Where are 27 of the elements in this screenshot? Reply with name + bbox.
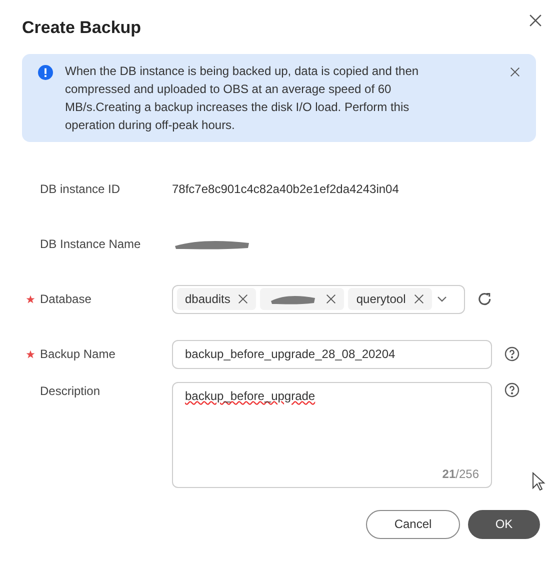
- cancel-button[interactable]: Cancel: [366, 510, 460, 538]
- close-icon[interactable]: [510, 66, 520, 76]
- character-counter: 21/256: [442, 466, 479, 482]
- field-label: Backup Name: [40, 346, 116, 363]
- tag-label: querytool: [356, 291, 406, 308]
- info-icon: [38, 64, 53, 80]
- database-select[interactable]: dbaudits querytool: [172, 284, 465, 314]
- mouse-pointer-icon: [532, 472, 546, 492]
- description-field[interactable]: backup_before_upgrade 21/256: [172, 382, 492, 488]
- field-label: Database: [40, 291, 92, 308]
- help-icon[interactable]: [504, 382, 520, 398]
- field-value: 78fc7e8c901c4c82a40b2e1ef2da4243in04: [172, 181, 399, 198]
- close-icon[interactable]: [238, 294, 248, 304]
- field-label: DB Instance Name: [40, 236, 141, 253]
- description-text: backup_before_upgrade: [185, 388, 316, 404]
- dialog-title: Create Backup: [22, 17, 142, 39]
- refresh-icon[interactable]: [476, 291, 492, 307]
- close-icon[interactable]: [414, 294, 424, 304]
- backup-name-field[interactable]: backup_before_upgrade_28_08_20204: [172, 340, 492, 368]
- help-icon[interactable]: [504, 346, 520, 362]
- tag-label: dbaudits: [185, 291, 230, 308]
- alert-message: When the DB instance is being backed up, data is copied and then compressed and uploaded to OBS at an average speed of 60 MB/s.Creating a backup increases the disk I/O load. Perform this operation during off-peak hours.: [65, 62, 420, 134]
- field-label: Description: [40, 382, 100, 400]
- field-label: DB instance ID: [40, 181, 120, 198]
- ok-button[interactable]: OK: [468, 510, 540, 538]
- close-icon[interactable]: [326, 294, 336, 304]
- close-icon[interactable]: [529, 14, 542, 27]
